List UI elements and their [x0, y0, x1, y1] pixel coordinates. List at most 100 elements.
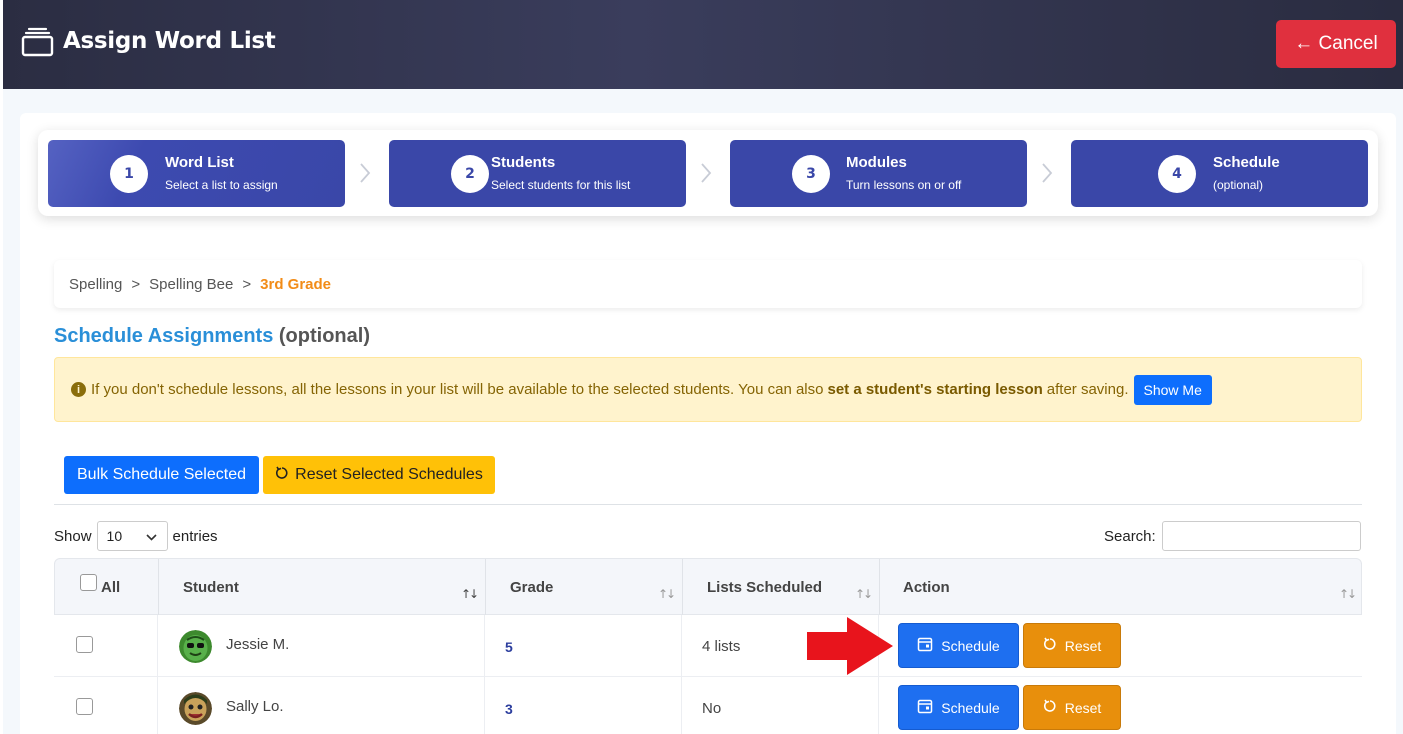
column-divider	[484, 615, 485, 677]
student-name: Sally Lo.	[226, 698, 284, 715]
breadcrumb-separator: >	[242, 275, 252, 293]
entries-label: entries	[172, 527, 218, 545]
column-divider	[484, 677, 485, 734]
divider	[54, 504, 1362, 505]
top-bar: Assign Word List	[3, 0, 1403, 89]
header-grade[interactable]: Grade	[510, 559, 553, 616]
entries-value: 10	[106, 528, 123, 544]
column-divider	[158, 559, 159, 616]
select-all-checkbox[interactable]	[80, 574, 97, 591]
calendar-icon	[917, 636, 933, 655]
reset-label: Reset	[1064, 699, 1102, 716]
reset-icon	[1043, 699, 1057, 716]
step-number: 4	[1158, 155, 1196, 193]
header-student[interactable]: Student	[183, 559, 239, 616]
schedule-button[interactable]: Schedule	[898, 623, 1019, 668]
breadcrumb: Spelling > Spelling Bee > 3rd Grade	[54, 260, 1362, 308]
column-divider	[879, 559, 880, 616]
row-checkbox[interactable]	[76, 698, 93, 715]
step-word-list[interactable]: 1 Word List Select a list to assign	[48, 140, 345, 207]
chevron-right-icon	[700, 162, 712, 189]
step-sublabel: (optional)	[1213, 178, 1264, 192]
step-label: Modules	[846, 154, 907, 171]
reset-icon	[275, 466, 289, 485]
breadcrumb-item-spelling-bee[interactable]: Spelling Bee	[149, 276, 233, 293]
column-divider	[157, 615, 158, 677]
table-row: Jessie M. 5 4 lists Schedule Reset	[54, 615, 1362, 677]
cancel-button[interactable]: ← Cancel	[1276, 20, 1396, 68]
schedule-label: Schedule	[941, 699, 1000, 716]
grade-value[interactable]: 5	[505, 639, 513, 655]
calendar-icon	[917, 698, 933, 717]
step-number: 1	[110, 155, 148, 193]
row-checkbox[interactable]	[76, 636, 93, 653]
step-sublabel: Select a list to assign	[165, 178, 278, 192]
entries-control: Show 10 entries	[54, 521, 218, 551]
arrow-annotation-icon	[805, 615, 897, 681]
grade-value[interactable]: 3	[505, 701, 513, 717]
header-lists-scheduled[interactable]: Lists Scheduled	[707, 559, 822, 616]
lists-scheduled-value: No	[702, 700, 722, 717]
step-modules[interactable]: 3 Modules Turn lessons on or off	[730, 140, 1027, 207]
student-name: Jessie M.	[226, 636, 290, 653]
show-me-button[interactable]: Show Me	[1133, 374, 1212, 405]
step-schedule[interactable]: 4 Schedule (optional)	[1071, 140, 1368, 207]
step-label: Schedule	[1213, 154, 1280, 171]
left-edge	[0, 0, 3, 734]
table-row: Sally Lo. 3 No Schedule Reset	[54, 677, 1362, 734]
reset-button[interactable]: Reset	[1023, 623, 1121, 668]
step-students[interactable]: 2 Students Select students for this list	[389, 140, 686, 207]
alert-text: If you don't schedule lessons, all the l…	[91, 381, 824, 398]
search-input[interactable]	[1161, 521, 1361, 551]
column-divider	[878, 677, 879, 734]
column-divider	[681, 615, 682, 677]
header-action[interactable]: Action	[903, 559, 950, 616]
section-title-suffix: (optional)	[278, 325, 370, 347]
section-title: Schedule Assignments (optional)	[54, 325, 370, 348]
column-divider	[682, 559, 683, 616]
chevron-down-icon	[145, 528, 157, 544]
bulk-schedule-button[interactable]: Bulk Schedule Selected	[64, 456, 259, 494]
avatar	[179, 630, 212, 663]
breadcrumb-separator: >	[131, 275, 141, 293]
sort-icon[interactable]: ↑↓	[855, 587, 873, 601]
step-label: Word List	[165, 154, 234, 171]
reset-selected-label: Reset Selected Schedules	[295, 466, 483, 483]
header-all[interactable]: All	[80, 559, 120, 616]
alert-bold-text: set a student's starting lesson	[827, 381, 1043, 398]
step-label: Students	[491, 154, 556, 171]
avatar	[179, 692, 212, 725]
schedule-button[interactable]: Schedule	[898, 685, 1019, 730]
table-header: All Student ↑↓ Grade ↑↓ Lists Scheduled …	[54, 558, 1362, 616]
lists-scheduled-value: 4 lists	[702, 638, 741, 655]
layers-icon	[21, 27, 55, 61]
section-title-main: Schedule Assignments	[54, 325, 274, 347]
page-title: Assign Word List	[63, 28, 276, 54]
step-number: 2	[451, 155, 489, 193]
sort-icon[interactable]: ↑↓	[658, 587, 676, 601]
info-icon: i	[71, 382, 86, 397]
step-sublabel: Select students for this list	[491, 178, 631, 192]
breadcrumb-item-spelling[interactable]: Spelling	[69, 276, 122, 293]
header-all-label: All	[101, 579, 121, 596]
info-alert: i If you don't schedule lessons, all the…	[54, 357, 1362, 422]
entries-select[interactable]: 10	[96, 521, 168, 551]
show-label: Show	[54, 527, 92, 545]
column-divider	[485, 559, 486, 616]
reset-icon	[1043, 637, 1057, 654]
chevron-right-icon	[1041, 162, 1053, 189]
alert-text-after: after saving.	[1046, 381, 1129, 398]
reset-button[interactable]: Reset	[1023, 685, 1121, 730]
column-divider	[681, 677, 682, 734]
schedule-label: Schedule	[941, 637, 1000, 654]
breadcrumb-current: 3rd Grade	[260, 275, 332, 293]
search-control: Search:	[1104, 521, 1361, 551]
step-sublabel: Turn lessons on or off	[846, 178, 962, 192]
step-number: 3	[792, 155, 830, 193]
sort-icon[interactable]: ↑↓	[1339, 587, 1357, 601]
chevron-right-icon	[359, 162, 371, 189]
reset-selected-button[interactable]: Reset Selected Schedules	[263, 456, 495, 494]
sort-asc-icon[interactable]: ↑↓	[461, 587, 479, 601]
column-divider	[157, 677, 158, 734]
search-label: Search:	[1104, 527, 1156, 545]
